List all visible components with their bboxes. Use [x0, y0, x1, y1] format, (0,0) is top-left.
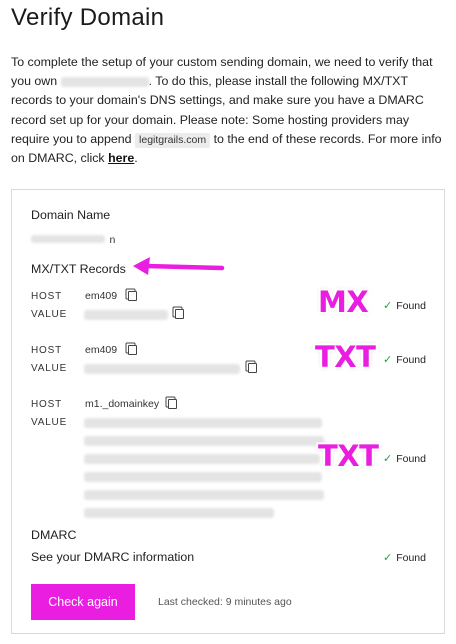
arrow-left-icon [133, 257, 225, 275]
dmarc-status: ✓ Found [383, 551, 426, 564]
dmarc-status-text: Found [396, 552, 426, 564]
check-icon: ✓ [383, 300, 393, 312]
record-1-host-label: HOST [31, 291, 62, 302]
check-icon: ✓ [383, 453, 393, 465]
record-2-status-text: Found [396, 354, 426, 366]
dmarc-label: DMARC [31, 528, 77, 542]
copy-icon[interactable] [128, 345, 137, 355]
redacted-record-3-line [84, 490, 324, 500]
record-2-status: ✓ Found [383, 353, 426, 366]
records-label: MX/TXT Records [31, 262, 126, 276]
record-2-tag: TXT [315, 340, 376, 374]
verification-card [11, 189, 445, 634]
check-icon: ✓ [383, 552, 393, 564]
dmarc-info-link[interactable]: here [108, 151, 134, 165]
domain-name-label: Domain Name [31, 208, 111, 222]
redacted-record-1-value [84, 310, 168, 320]
intro-paragraph: To complete the setup of your custom sen… [11, 53, 443, 168]
record-1-host-value: em409 [85, 290, 118, 302]
redacted-domain-name [31, 234, 105, 243]
record-3-status-text: Found [396, 453, 426, 465]
redacted-record-3-line [84, 436, 324, 446]
record-1-value-label: VALUE [31, 309, 68, 320]
redacted-domain [60, 76, 149, 87]
record-3-tag: TXT [318, 439, 379, 473]
redacted-record-3-line [84, 454, 320, 464]
copy-icon[interactable] [248, 363, 257, 373]
copy-icon[interactable] [175, 309, 184, 319]
domain-name-value: n [31, 230, 115, 248]
redacted-record-2-value [84, 364, 240, 374]
record-2-host-label: HOST [31, 345, 62, 356]
dmarc-info[interactable]: See your DMARC information [31, 550, 194, 564]
redacted-record-3-line [84, 508, 274, 518]
record-2-host-value: em409 [85, 344, 118, 356]
record-1-status-text: Found [396, 300, 426, 312]
last-checked: Last checked: 9 minutes ago [158, 596, 292, 608]
copy-icon[interactable] [168, 399, 177, 409]
domain-name-suffix: n [109, 234, 116, 246]
record-3-host-value: m1._domainkey [85, 398, 160, 410]
intro-text-4: . [134, 151, 138, 166]
check-icon: ✓ [383, 354, 393, 366]
record-1-tag: MX [318, 285, 369, 319]
check-again-button[interactable]: Check again [31, 584, 135, 620]
copy-icon[interactable] [128, 291, 137, 301]
record-3-value-label: VALUE [31, 417, 68, 428]
domain-code: legitgrails.com [135, 132, 211, 148]
redacted-record-3-line [84, 472, 322, 482]
record-1-status: ✓ Found [383, 299, 426, 312]
record-3-host-label: HOST [31, 399, 62, 410]
page-title: Verify Domain [11, 4, 165, 31]
redacted-record-3-line [84, 418, 322, 428]
record-3-status: ✓ Found [383, 452, 426, 465]
record-2-value-label: VALUE [31, 363, 68, 374]
